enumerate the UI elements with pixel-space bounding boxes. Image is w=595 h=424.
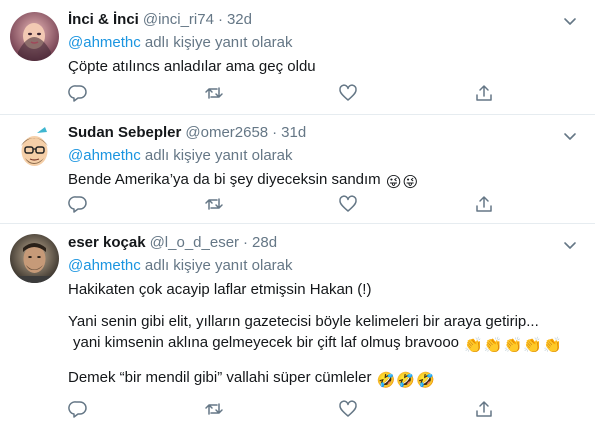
tweet-actions xyxy=(68,399,498,419)
tweet[interactable]: İnci & İnci @inci_ri74 · 32d @ahmethc adlı … xyxy=(0,0,595,115)
mention-link[interactable]: @ahmethc xyxy=(68,257,141,274)
tweet-text-segment: Demek “bir mendil gibi” vallahi süper cü… xyxy=(68,369,372,386)
emoji: 😜 xyxy=(402,174,419,191)
retweet-icon[interactable] xyxy=(204,83,224,103)
timestamp[interactable]: 31d xyxy=(281,124,306,141)
laughing-emoji: 🤣 xyxy=(396,372,415,389)
reply-context-label: adlı kişiye yanıt olarak xyxy=(140,147,293,164)
reply-icon[interactable] xyxy=(68,194,88,214)
timestamp[interactable]: 28d xyxy=(252,234,277,251)
tweet-header: eser koçak @l_o_d_eser · 28d xyxy=(68,233,585,253)
tweet-actions xyxy=(68,194,498,214)
reply-feed: İnci & İnci @inci_ri74 · 32d @ahmethc adlı … xyxy=(0,0,595,423)
tweet-header: Sudan Sebepler @omer2658 · 31d xyxy=(68,123,585,143)
tweet[interactable]: Sudan Sebepler @omer2658 · 31d @ahmethc adl… xyxy=(0,115,595,224)
heart-icon[interactable] xyxy=(338,83,358,103)
tweet-text: Çöpte atılıncs anladılar ama geç oldu xyxy=(68,56,585,77)
chevron-down-icon[interactable] xyxy=(563,14,577,28)
share-icon[interactable] xyxy=(474,194,494,214)
share-icon[interactable] xyxy=(474,83,494,103)
tweet-text-segment: Bende Amerika’ya da bi şey diyeceksin sa… xyxy=(68,171,381,188)
emoji: 😜 xyxy=(385,174,402,191)
tweet-content: eser koçak @l_o_d_eser · 28d @ahmethc adlı … xyxy=(68,233,585,391)
avatar[interactable] xyxy=(10,12,59,61)
reply-context: @ahmethc adlı kişiye yanıt olarak xyxy=(68,146,585,166)
user-handle[interactable]: @l_o_d_eser xyxy=(150,234,239,251)
tweet[interactable]: eser koçak @l_o_d_eser · 28d @ahmethc adlı … xyxy=(0,224,595,423)
timestamp[interactable]: 32d xyxy=(227,11,252,28)
user-handle[interactable]: @omer2658 xyxy=(185,124,268,141)
reply-context: @ahmethc adlı kişiye yanıt olarak xyxy=(68,33,585,53)
mention-link[interactable]: @ahmethc xyxy=(68,147,141,164)
heart-icon[interactable] xyxy=(338,399,358,419)
separator-dot: · xyxy=(217,11,223,28)
tweet-text-line: Hakikaten çok acayip laflar etmişsin Hak… xyxy=(68,281,372,298)
tweet-text: Hakikaten çok acayip laflar etmişsin Hak… xyxy=(68,279,585,391)
tweet-actions xyxy=(68,83,498,103)
tweet-content: İnci & İnci @inci_ri74 · 32d @ahmethc adlı … xyxy=(68,10,585,77)
clapping-emoji: 👏 xyxy=(542,337,562,354)
tweet-header: İnci & İnci @inci_ri74 · 32d xyxy=(68,10,585,30)
tweet-content: Sudan Sebepler @omer2658 · 31d @ahmethc adl… xyxy=(68,123,585,193)
tweet-text-line: Yani senin gibi elit, yılların gazetecis… xyxy=(68,313,539,330)
reply-icon[interactable] xyxy=(68,83,88,103)
display-name[interactable]: İnci & İnci xyxy=(68,11,139,28)
reply-context: @ahmethc adlı kişiye yanıt olarak xyxy=(68,256,585,276)
laughing-emoji: 🤣 xyxy=(376,372,396,389)
avatar[interactable] xyxy=(10,234,59,283)
heart-icon[interactable] xyxy=(338,194,358,214)
tweet-text: Bende Amerika’ya da bi şey diyeceksin sa… xyxy=(68,169,585,193)
user-handle[interactable]: @inci_ri74 xyxy=(143,11,214,28)
clapping-emoji: 👏 xyxy=(464,337,483,354)
separator-dot: · xyxy=(272,124,278,141)
clapping-emoji: 👏 xyxy=(503,337,523,354)
reply-context-label: adlı kişiye yanıt olarak xyxy=(140,34,293,51)
laughing-emoji: 🤣 xyxy=(416,372,435,389)
display-name[interactable]: Sudan Sebepler xyxy=(68,124,181,141)
avatar[interactable] xyxy=(10,124,59,173)
separator-dot: · xyxy=(243,234,249,251)
chevron-down-icon[interactable] xyxy=(563,129,577,143)
mention-link[interactable]: @ahmethc xyxy=(68,34,141,51)
chevron-down-icon[interactable] xyxy=(563,238,577,252)
retweet-icon[interactable] xyxy=(204,399,224,419)
clapping-emoji: 👏 xyxy=(523,337,542,354)
tweet-text-segment: yani kimsenin aklına gelmeyecek bir çift… xyxy=(73,334,460,351)
reply-icon[interactable] xyxy=(68,399,88,419)
clapping-emoji: 👏 xyxy=(483,337,503,354)
tweet-text-line: Demek “bir mendil gibi” vallahi süper cü… xyxy=(68,367,585,391)
tweet-text-line: Bende Amerika’ya da bi şey diyeceksin sa… xyxy=(68,169,585,193)
share-icon[interactable] xyxy=(474,399,494,419)
retweet-icon[interactable] xyxy=(204,194,224,214)
tweet-text-line: yani kimsenin aklına gelmeyecek bir çift… xyxy=(68,332,585,356)
reply-context-label: adlı kişiye yanıt olarak xyxy=(140,257,293,274)
display-name[interactable]: eser koçak xyxy=(68,234,146,251)
tweet-text-line: Çöpte atılıncs anladılar ama geç oldu xyxy=(68,58,316,75)
